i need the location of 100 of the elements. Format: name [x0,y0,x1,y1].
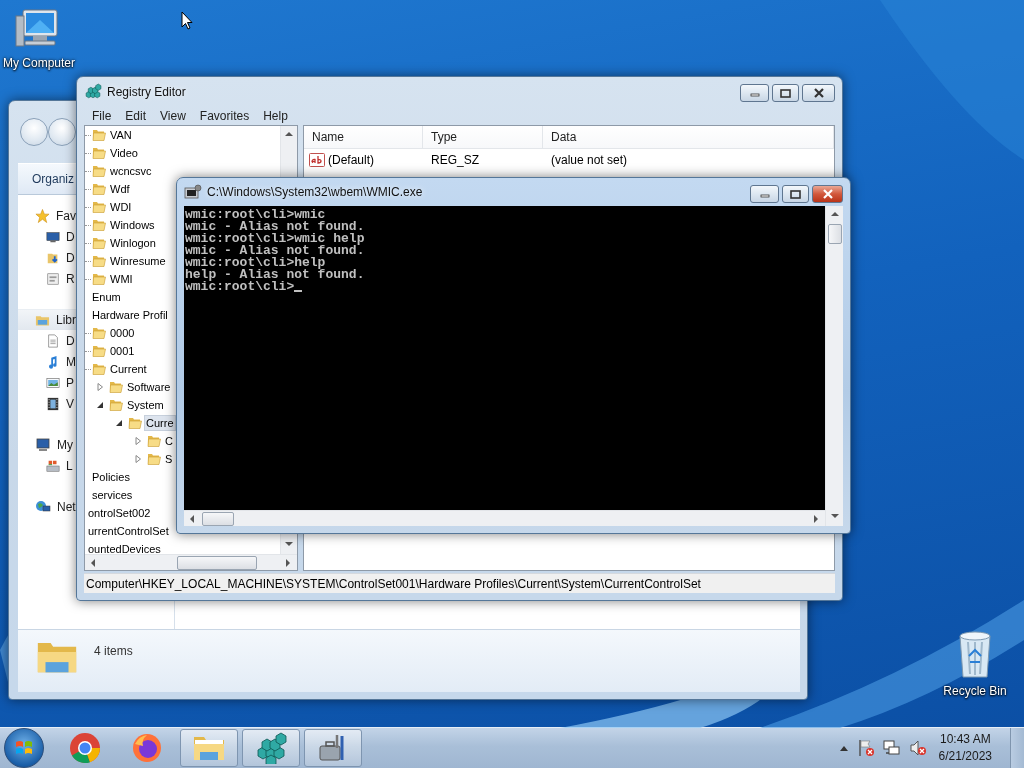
navigation-item[interactable]: V [18,393,76,414]
tree-item[interactable]: Video [109,146,139,160]
tree-toggle-icon[interactable] [134,455,142,463]
tree-item[interactable]: 0001 [109,344,136,358]
tree-item[interactable]: Windows [109,218,156,232]
console-line: wmic:root\cli>help [185,257,326,269]
menu-item[interactable]: File [86,109,118,123]
right-arrow-icon[interactable] [811,513,821,524]
minimize-button[interactable] [750,185,779,203]
close-button[interactable] [812,185,843,203]
window-title: Registry Editor [107,85,187,99]
tree-item[interactable]: Winresume [109,254,167,268]
navigation-item[interactable]: D [18,330,76,351]
folder-icon [108,397,124,413]
tree-item[interactable]: System [126,398,165,412]
tree-item[interactable]: Hardware Profil [91,308,169,322]
column-header[interactable]: Name [304,126,423,148]
forward-button[interactable] [48,118,76,146]
menu-item[interactable]: Favorites [193,109,256,123]
tree-item[interactable]: Enum [91,290,122,304]
desktop-icon-label[interactable]: My Computer [3,56,75,70]
tree-item[interactable]: services [91,488,134,502]
folder-icon [91,271,107,287]
organize-button[interactable]: Organiz [32,172,75,186]
navigation-item[interactable]: Net [18,496,76,517]
column-header[interactable]: Data [543,126,834,148]
navigation-item[interactable]: L [18,455,76,476]
folder-icon [91,343,107,359]
tree-item[interactable]: Current [109,362,148,376]
tree-toggle-icon[interactable] [115,419,123,427]
navigation-item[interactable]: R [18,268,76,289]
close-button[interactable] [802,84,835,102]
folder-icon [91,361,107,377]
tree-item[interactable]: Policies [91,470,131,484]
taskbar-app-button[interactable] [180,729,238,767]
taskbar-app-button[interactable] [304,729,362,767]
column-header[interactable]: Type [423,126,543,148]
fox-globe-icon [131,732,163,764]
tree-item[interactable]: C [164,434,174,448]
scrollbar-thumb[interactable] [202,511,234,526]
download-folder-icon [46,251,60,265]
folder-icon [108,379,124,395]
tree-item[interactable]: Curre [145,416,175,430]
close-icon [812,88,825,98]
menu-item[interactable]: Help [257,109,294,123]
text-cursor [294,290,303,292]
start-button[interactable] [4,728,44,768]
tree-item[interactable]: ontrolSet002 [87,506,152,520]
tree-item[interactable]: ountedDevices [87,542,162,554]
right-arrow-icon[interactable] [283,557,293,568]
disk-icon [46,459,60,473]
console-line: wmic:root\cli> [185,281,825,293]
tree-item[interactable]: VAN [109,128,133,142]
desktop-icon-label[interactable]: Recycle Bin [943,684,1007,698]
vertical-scrollbar[interactable] [825,206,843,526]
value-name: (Default) [328,153,374,167]
maximize-icon [790,189,801,199]
navigation-item[interactable]: Libr [18,309,76,330]
tree-toggle-icon[interactable] [134,437,142,445]
maximize-button[interactable] [782,185,809,203]
navigation-item[interactable]: D [18,226,76,247]
key-path: Computer\HKEY_LOCAL_MACHINE\SYSTEM\ControlSet001\Hardware Profiles\Current\System\CurrentControlSet [86,576,701,591]
navigation-item[interactable]: D [18,247,76,268]
item-count: 4 items [94,644,133,658]
show-hidden-icons-icon[interactable] [838,744,849,752]
horizontal-scrollbar[interactable] [184,510,825,526]
navigation-item[interactable]: Fav [18,205,76,226]
tree-item[interactable]: Software [126,380,172,394]
scrollbar-thumb[interactable] [177,555,257,570]
tree-toggle-icon[interactable] [96,401,104,409]
tree-item[interactable]: 0000 [109,326,136,340]
tree-item[interactable]: WDI [109,200,133,214]
folder-icon [91,217,107,233]
console-line: wmic:root\cli>wmic [185,209,326,221]
horizontal-scrollbar[interactable] [85,554,297,570]
tree-item[interactable]: Winlogon [109,236,157,250]
navigation-item[interactable]: My [18,434,76,455]
console-line: wmic:root\cli>wmic help [185,233,366,245]
flag-error-icon[interactable] [856,739,875,757]
tree-item[interactable]: urrentControlSet [87,524,170,538]
tree-item[interactable]: Wdf [109,182,131,196]
speaker-muted-icon[interactable] [908,739,927,757]
tree-item[interactable]: wcncsvc [109,164,153,178]
navigation-item[interactable]: P [18,372,76,393]
network-icon[interactable] [882,739,901,757]
globe-computer-icon [35,499,51,515]
maximize-icon [780,88,791,98]
picture-icon [46,376,60,390]
minimize-button[interactable] [740,84,769,102]
folder-icon [91,235,107,251]
navigation-item[interactable]: M [18,351,76,372]
menu-item[interactable]: Edit [119,109,153,123]
clock[interactable]: 10:43 AM 6/21/2023 [938,731,992,765]
scrollbar-thumb[interactable] [827,224,842,244]
maximize-button[interactable] [772,84,799,102]
menu-item[interactable]: View [154,109,192,123]
tree-toggle-icon[interactable] [96,383,104,391]
tree-item[interactable]: S [164,452,174,466]
tree-item[interactable]: WMI [109,272,134,286]
taskbar-app-button[interactable] [242,729,300,767]
